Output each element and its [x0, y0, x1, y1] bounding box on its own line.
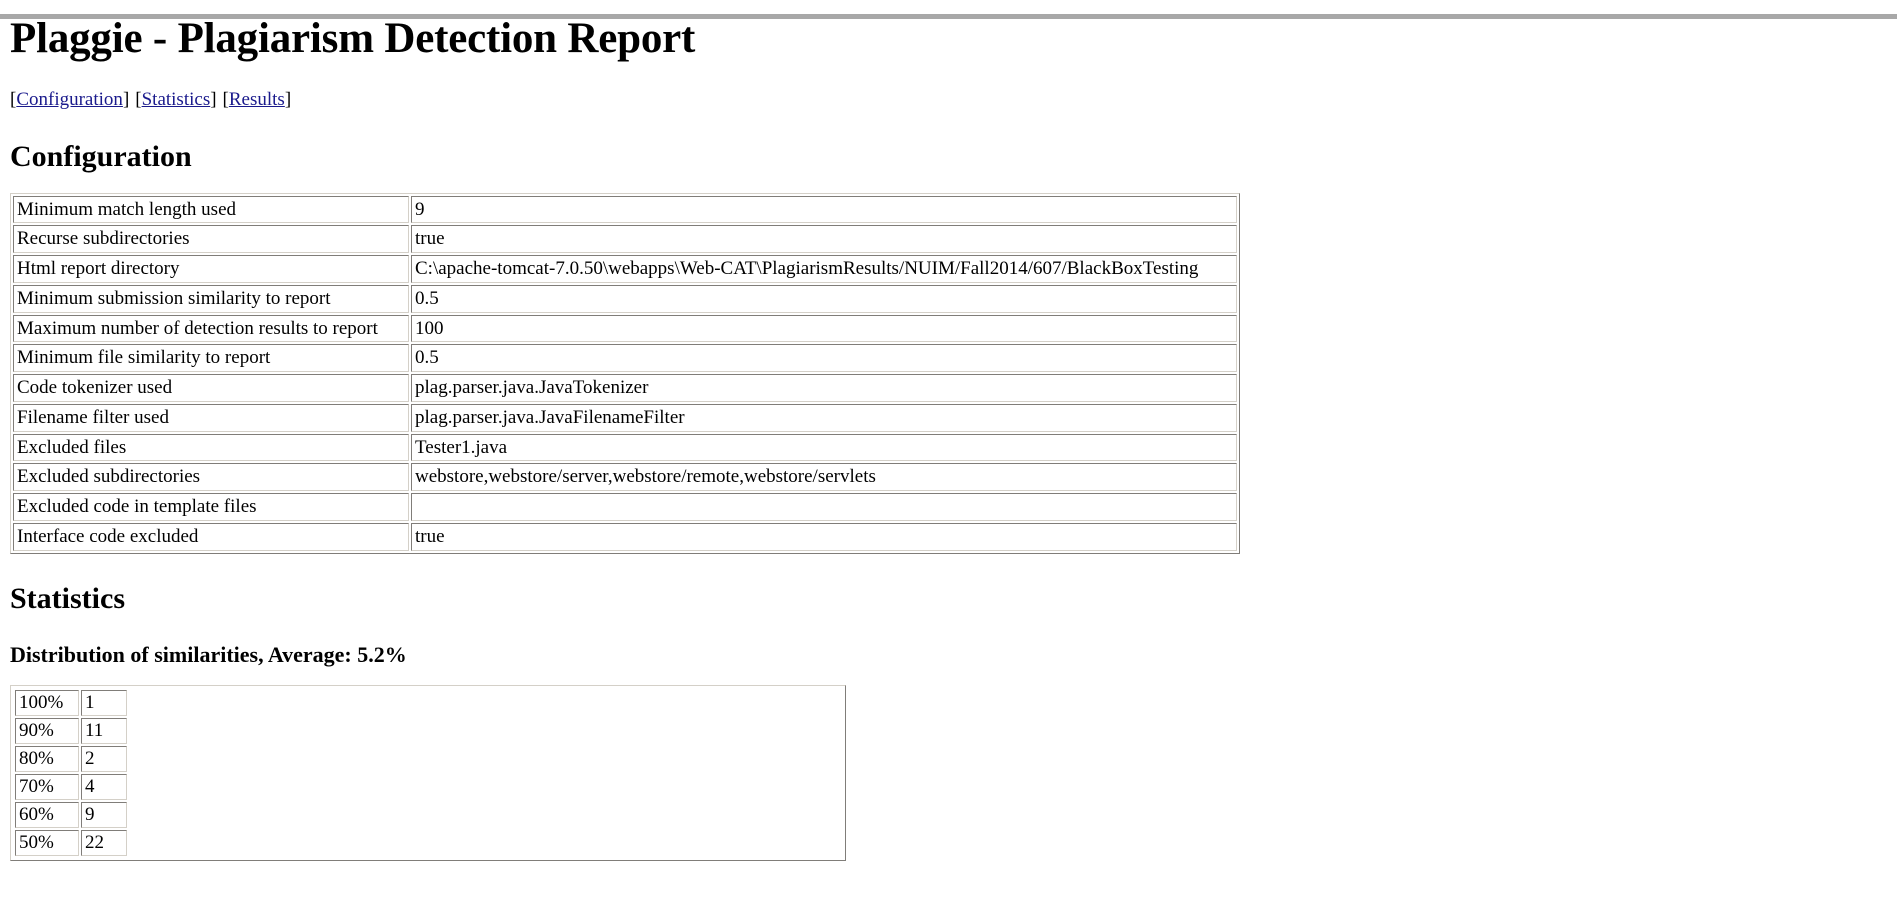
config-key-cell: Excluded files — [13, 433, 409, 462]
statistics-heading: Statistics — [10, 581, 125, 615]
table-row: Excluded code in template files — [13, 493, 1237, 521]
config-key-cell: Minimum file similarity to report — [13, 344, 409, 373]
nav-link-results[interactable]: Results — [229, 89, 285, 110]
distribution-bucket-cell: 50% — [15, 829, 79, 856]
report-page: Plaggie - Plagiarism Detection Report [C… — [0, 14, 1897, 861]
bracket-close-results: ] — [284, 89, 292, 111]
config-value-cell: 100 — [411, 314, 1237, 343]
viewport-top-edge — [0, 14, 1897, 19]
distribution-count-cell: 4 — [81, 773, 127, 800]
table-row: Code tokenizer used plag.parser.java.Jav… — [13, 374, 1237, 402]
config-key-cell: Recurse subdirectories — [13, 225, 409, 254]
distribution-count-cell: 9 — [81, 801, 127, 828]
config-value-cell: Tester1.java — [411, 433, 1237, 462]
config-key-cell: Interface code excluded — [13, 522, 409, 551]
table-row: Filename filter used plag.parser.java.Ja… — [13, 403, 1237, 432]
config-value-cell: webstore,webstore/server,webstore/remote… — [411, 463, 1237, 492]
distribution-count-cell: 11 — [81, 717, 127, 744]
configuration-heading: Configuration — [10, 140, 192, 174]
nav-links: [Configuration] [Statistics] [Results] — [10, 89, 1887, 112]
table-row: Minimum file similarity to report 0.5 — [13, 344, 1237, 373]
table-row: Minimum match length used 9 — [13, 195, 1237, 224]
distribution-count-cell: 2 — [81, 745, 127, 772]
table-row: Maximum number of detection results to r… — [13, 314, 1237, 343]
page-title: Plaggie - Plagiarism Detection Report — [10, 15, 696, 62]
distribution-heading: Distribution of similarities, Average: 5… — [10, 642, 407, 668]
table-row: Excluded files Tester1.java — [13, 433, 1237, 462]
table-row: Excluded subdirectories webstore,webstor… — [13, 463, 1237, 492]
config-key-cell: Filename filter used — [13, 403, 409, 432]
config-value-cell: 9 — [411, 195, 1237, 224]
distribution-wrapper-body: 100% 1 90% 11 80% 2 70% 4 60% 9 50% 22 — [13, 688, 843, 858]
distribution-bucket-cell: 70% — [15, 773, 79, 800]
config-value-cell: 0.5 — [411, 344, 1237, 373]
config-key-cell: Maximum number of detection results to r… — [13, 314, 409, 343]
distribution-table: 100% 1 90% 11 80% 2 70% 4 60% 9 50% 22 — [13, 688, 129, 858]
table-row: 70% 4 — [15, 773, 127, 800]
config-value-cell: 0.5 — [411, 284, 1237, 313]
config-key-cell: Excluded code in template files — [13, 493, 409, 521]
distribution-count-cell: 22 — [81, 829, 127, 856]
config-key-cell: Excluded subdirectories — [13, 463, 409, 492]
distribution-table-body: 100% 1 90% 11 80% 2 70% 4 60% 9 50% 22 — [15, 689, 127, 856]
distribution-wrapper-table: 100% 1 90% 11 80% 2 70% 4 60% 9 50% 22 — [10, 684, 846, 861]
table-row: 60% 9 — [15, 801, 127, 828]
config-key-cell: Code tokenizer used — [13, 374, 409, 402]
table-row: Recurse subdirectories true — [13, 225, 1237, 254]
nav-link-configuration[interactable]: Configuration — [16, 89, 123, 110]
bracket-close-statistics: ] — [210, 89, 217, 111]
table-row: Minimum submission similarity to report … — [13, 284, 1237, 313]
bracket-close-configuration: ] — [122, 89, 130, 111]
table-row: Html report directory C:\apache-tomcat-7… — [13, 255, 1237, 283]
config-value-cell: C:\apache-tomcat-7.0.50\webapps\Web-CAT\… — [411, 255, 1237, 283]
config-value-cell: true — [411, 225, 1237, 254]
configuration-table-body: Minimum match length used 9 Recurse subd… — [13, 195, 1237, 551]
nav-link-statistics[interactable]: Statistics — [142, 89, 211, 110]
config-value-cell: true — [411, 522, 1237, 551]
config-value-cell: plag.parser.java.JavaFilenameFilter — [411, 403, 1237, 432]
distribution-bucket-cell: 90% — [15, 717, 79, 744]
config-value-cell — [411, 493, 1237, 521]
distribution-bucket-cell: 100% — [15, 689, 79, 716]
config-key-cell: Html report directory — [13, 255, 409, 283]
distribution-bucket-cell: 80% — [15, 745, 79, 772]
table-row: 50% 22 — [15, 829, 127, 856]
table-row: 90% 11 — [15, 717, 127, 744]
distribution-bucket-cell: 60% — [15, 801, 79, 828]
table-row: 100% 1 90% 11 80% 2 70% 4 60% 9 50% 22 — [13, 688, 843, 858]
table-row: 100% 1 — [15, 689, 127, 716]
distribution-count-cell: 1 — [81, 689, 127, 716]
configuration-table: Minimum match length used 9 Recurse subd… — [10, 192, 1240, 554]
config-value-cell: plag.parser.java.JavaTokenizer — [411, 374, 1237, 402]
table-row: Interface code excluded true — [13, 522, 1237, 551]
config-key-cell: Minimum submission similarity to report — [13, 284, 409, 313]
config-key-cell: Minimum match length used — [13, 195, 409, 224]
distribution-holder-cell: 100% 1 90% 11 80% 2 70% 4 60% 9 50% 22 — [13, 688, 843, 858]
table-row: 80% 2 — [15, 745, 127, 772]
